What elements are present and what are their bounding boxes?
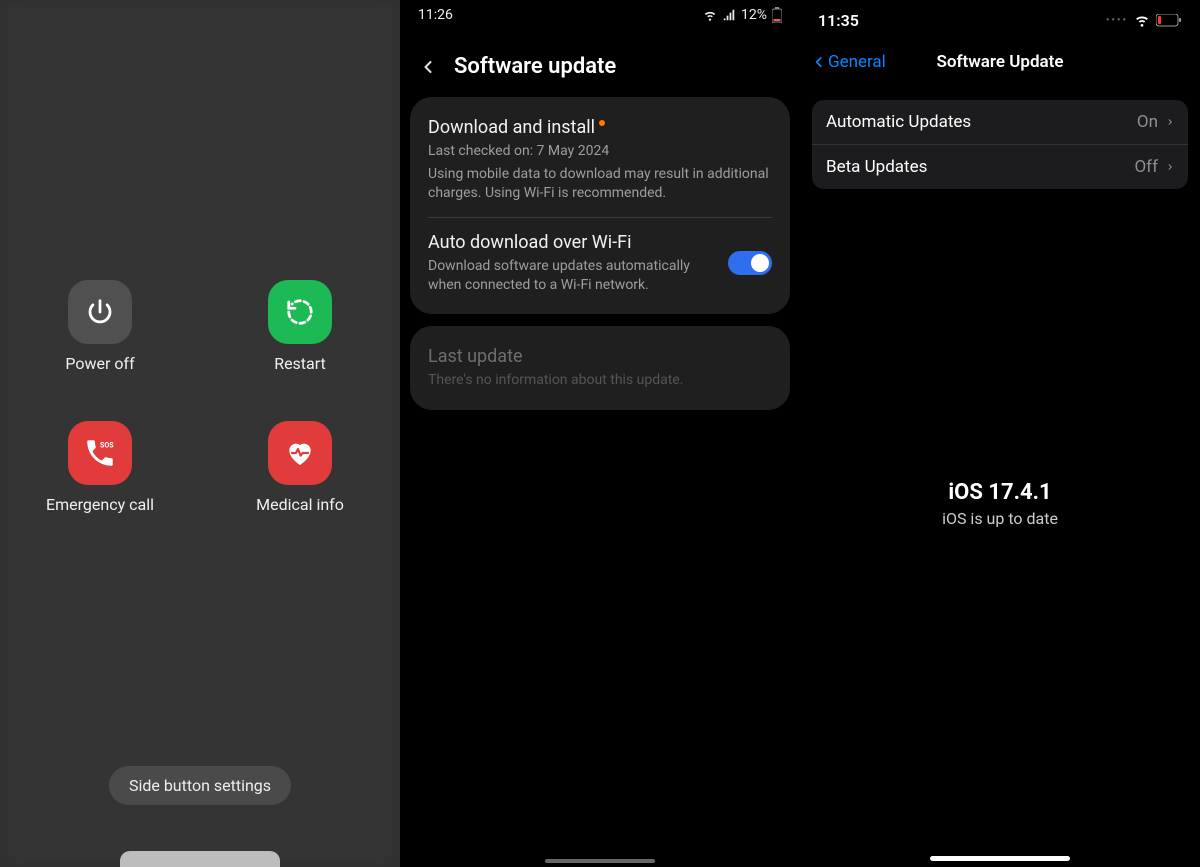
- update-settings-card: Download and install Last checked on: 7 …: [410, 97, 790, 314]
- ios-software-update-panel: 11:35 •••• General Software Update Autom…: [800, 0, 1200, 867]
- page-title: Software update: [454, 54, 616, 79]
- beta-updates-label: Beta Updates: [826, 157, 927, 177]
- back-button[interactable]: General: [812, 52, 886, 72]
- restart-icon: [268, 280, 332, 344]
- status-time: 11:26: [418, 7, 453, 23]
- emergency-call-button[interactable]: SOS Emergency call: [0, 421, 200, 514]
- last-checked-text: Last checked on: 7 May 2024: [428, 142, 772, 161]
- beta-updates-value: Off: [1134, 157, 1158, 177]
- heart-medical-icon: [268, 421, 332, 485]
- power-off-label: Power off: [65, 354, 134, 373]
- battery-icon: [1156, 14, 1182, 27]
- status-right: 12%: [703, 7, 782, 23]
- last-update-sub: There's no information about this update…: [428, 371, 772, 390]
- chevron-right-icon: [1166, 115, 1174, 129]
- power-off-button[interactable]: Power off: [0, 280, 200, 373]
- home-indicator[interactable]: [545, 859, 655, 863]
- signal-icon: [722, 8, 736, 22]
- restart-label: Restart: [274, 354, 326, 373]
- power-menu-panel: Power off Restart SOS Emergency call Med…: [0, 0, 400, 867]
- automatic-updates-row[interactable]: Automatic Updates On: [812, 100, 1188, 144]
- bottom-hint-pill: [120, 851, 280, 867]
- android-software-update-panel: 11:26 12% Software update Download and i…: [400, 0, 800, 867]
- phone-sos-icon: SOS: [68, 421, 132, 485]
- notification-dot-icon: [599, 120, 605, 126]
- download-warning-text: Using mobile data to download may result…: [428, 165, 772, 203]
- download-install-row[interactable]: Download and install Last checked on: 7 …: [410, 103, 790, 217]
- page-header: Software update: [400, 30, 800, 97]
- back-button[interactable]: [418, 57, 438, 77]
- ios-version-text: iOS 17.4.1: [800, 480, 1200, 505]
- back-label: General: [828, 52, 886, 72]
- battery-icon: [772, 7, 782, 23]
- ios-up-to-date-text: iOS is up to date: [800, 509, 1200, 528]
- medical-info-button[interactable]: Medical info: [200, 421, 400, 514]
- auto-download-sub: Download software updates automatically …: [428, 257, 718, 295]
- last-update-title: Last update: [428, 346, 772, 367]
- update-status-center: iOS 17.4.1 iOS is up to date: [800, 480, 1200, 528]
- auto-download-row[interactable]: Auto download over Wi-Fi Download softwa…: [410, 218, 790, 309]
- nav-bar: General Software Update: [800, 40, 1200, 84]
- home-indicator[interactable]: [930, 856, 1070, 861]
- status-bar: 11:26 12%: [400, 0, 800, 30]
- download-install-title: Download and install: [428, 117, 595, 138]
- automatic-updates-label: Automatic Updates: [826, 112, 971, 132]
- chevron-right-icon: [1166, 160, 1174, 174]
- update-options-card: Automatic Updates On Beta Updates Off: [812, 100, 1188, 189]
- beta-updates-row[interactable]: Beta Updates Off: [812, 144, 1188, 189]
- wifi-icon: [703, 8, 717, 22]
- ios-status-bar: 11:35 ••••: [800, 0, 1200, 40]
- medical-info-label: Medical info: [256, 495, 344, 514]
- last-update-card[interactable]: Last update There's no information about…: [410, 326, 790, 410]
- battery-pct: 12%: [741, 7, 767, 23]
- side-button-settings[interactable]: Side button settings: [109, 766, 291, 805]
- wifi-icon: [1134, 12, 1150, 28]
- power-menu-grid: Power off Restart SOS Emergency call Med…: [0, 280, 400, 514]
- emergency-call-label: Emergency call: [46, 495, 154, 514]
- svg-text:SOS: SOS: [100, 440, 114, 449]
- automatic-updates-value: On: [1137, 112, 1158, 132]
- restart-button[interactable]: Restart: [200, 280, 400, 373]
- nav-title: Software Update: [936, 52, 1063, 72]
- power-icon: [68, 280, 132, 344]
- signal-dots-icon: ••••: [1106, 15, 1128, 26]
- status-time: 11:35: [818, 11, 859, 30]
- auto-download-title: Auto download over Wi-Fi: [428, 232, 718, 253]
- auto-download-toggle[interactable]: [728, 251, 772, 275]
